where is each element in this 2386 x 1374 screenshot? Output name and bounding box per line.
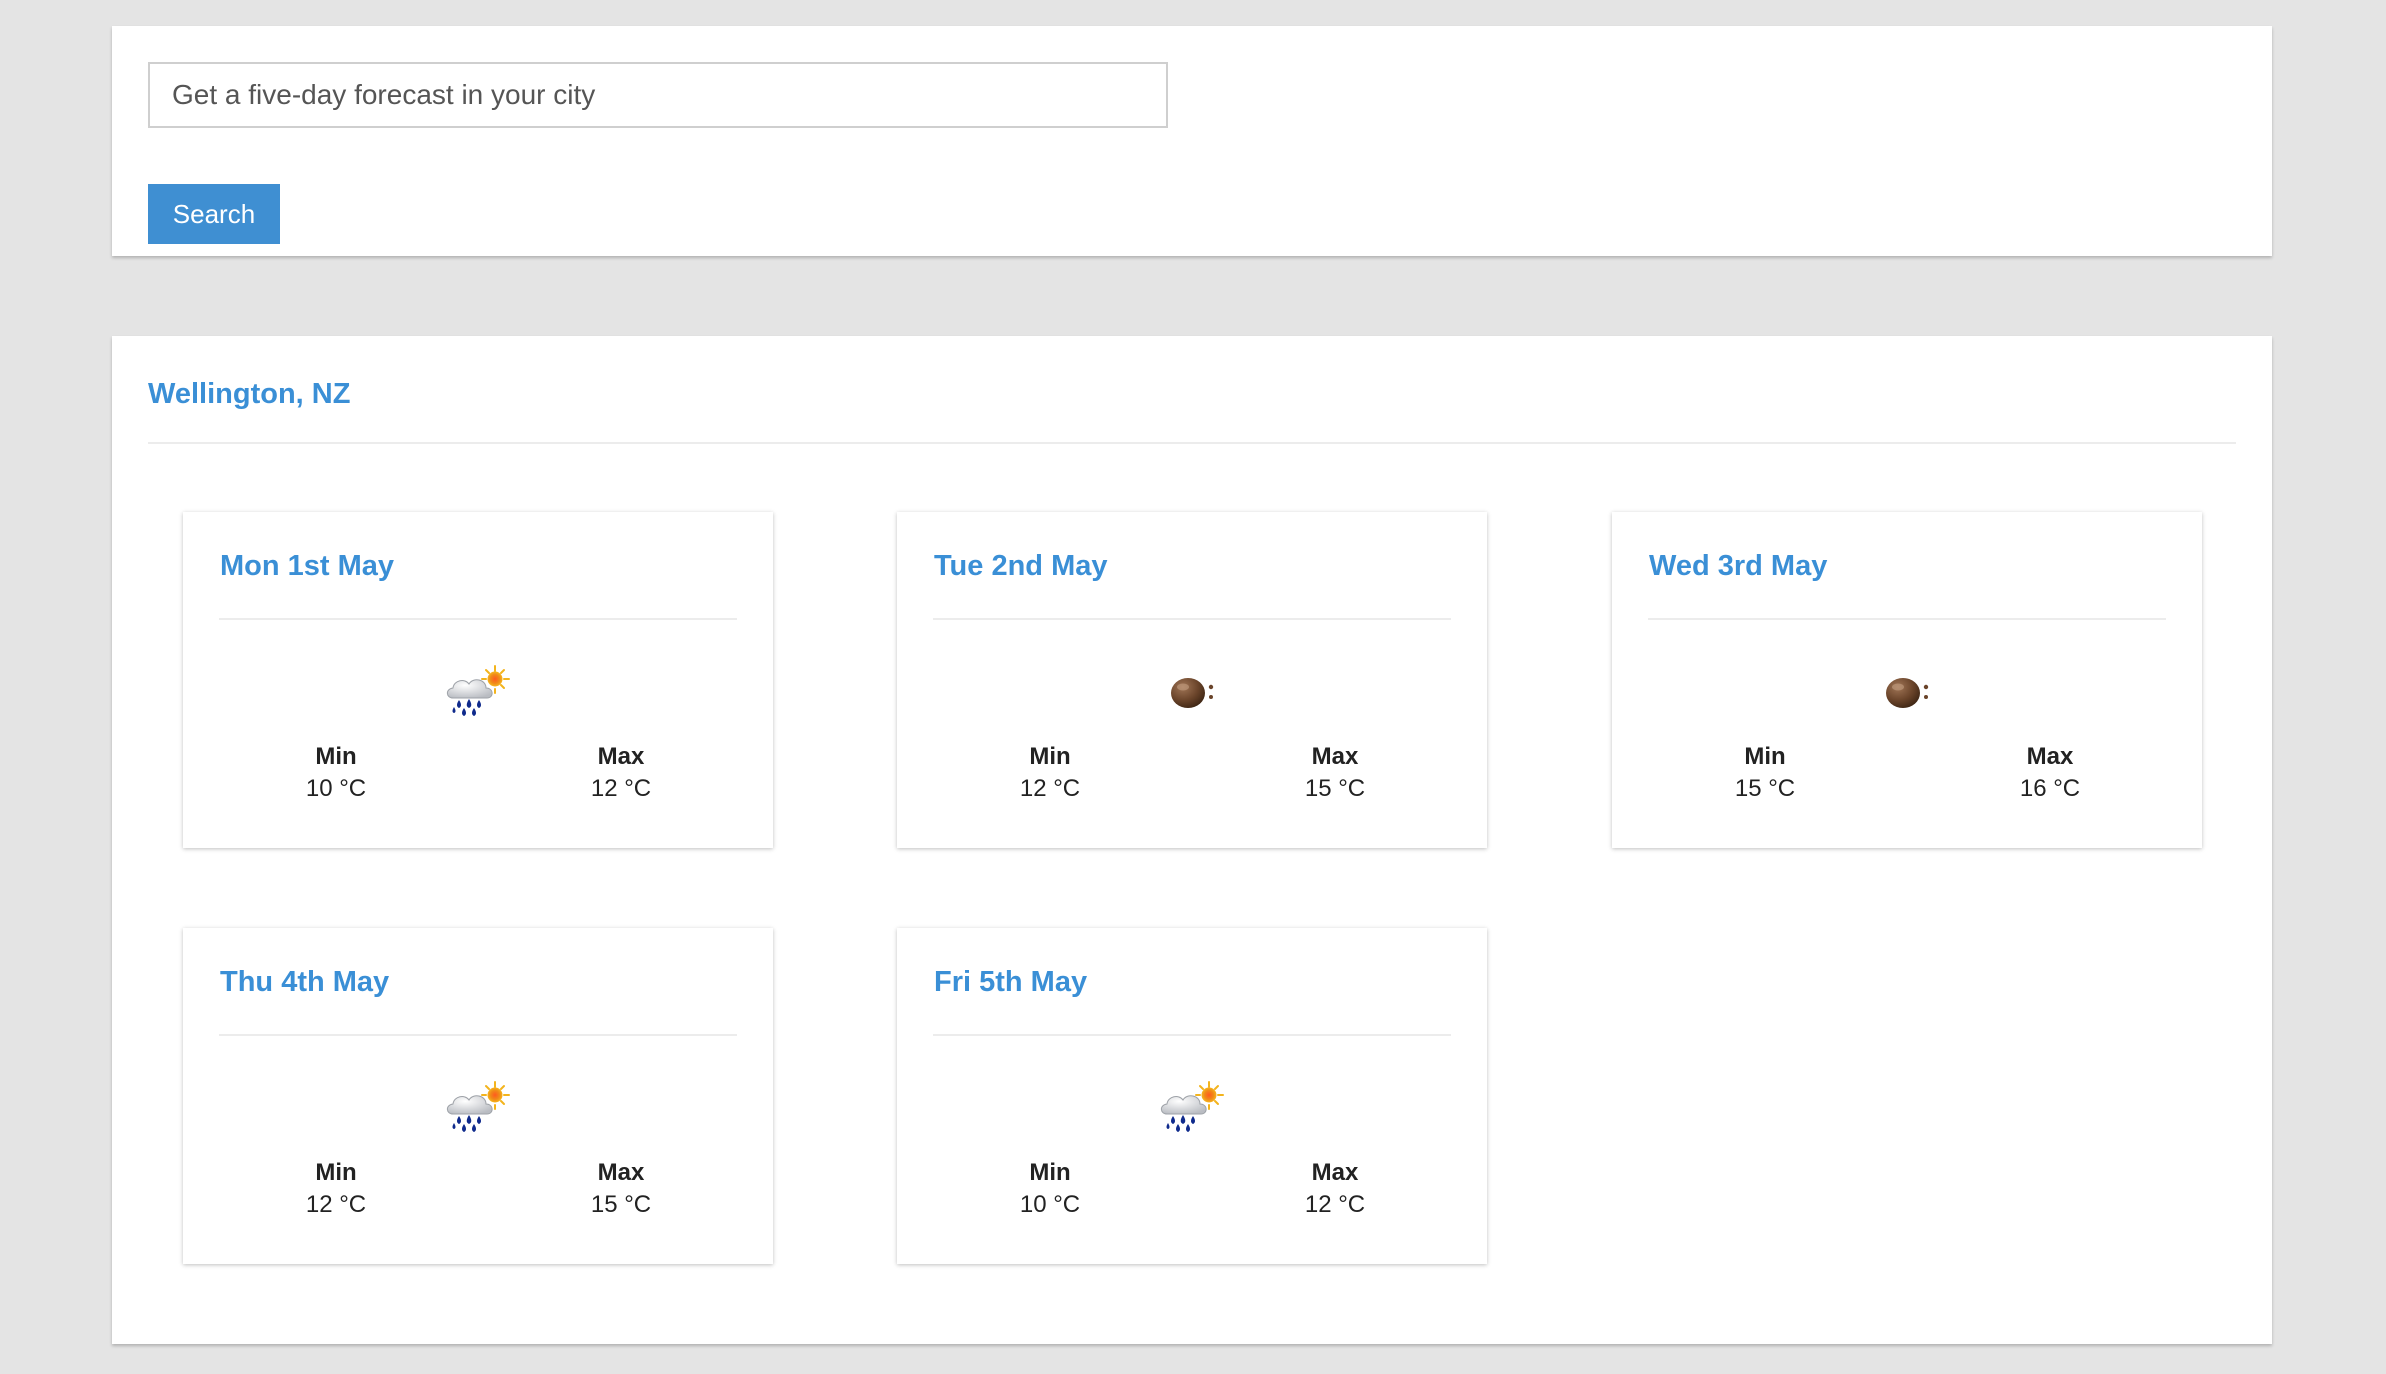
max-label: Max [597, 1159, 645, 1186]
max-value: 15 °C [1304, 775, 1366, 802]
forecast-card: Tue 2nd May Min 12 °C Max 15 °C [897, 512, 1487, 848]
city-search-input[interactable] [148, 62, 1168, 128]
max-label: Max [597, 743, 645, 770]
divider [933, 618, 1451, 620]
min-temp: Min 10 °C [266, 742, 406, 806]
forecast-card: Wed 3rd May Min 15 °C Max 16 °C [1612, 512, 2202, 848]
min-label: Min [1744, 743, 1786, 770]
max-value: 12 °C [590, 775, 652, 802]
divider [148, 442, 2236, 444]
max-temp: Max 12 °C [1265, 1158, 1405, 1222]
max-temp: Max 15 °C [551, 1158, 691, 1222]
forecast-date: Thu 4th May [220, 966, 390, 998]
min-value: 10 °C [1019, 1191, 1081, 1218]
min-label: Min [1029, 1159, 1071, 1186]
min-label: Min [1029, 743, 1071, 770]
forecast-card: Thu 4th May Min 12 °C Max 15 °C [183, 928, 773, 1264]
min-value: 15 °C [1734, 775, 1796, 802]
forecast-date: Mon 1st May [220, 550, 395, 582]
min-value: 10 °C [305, 775, 367, 802]
min-label: Min [315, 743, 357, 770]
city-title: Wellington, NZ [148, 378, 351, 410]
max-temp: Max 15 °C [1265, 742, 1405, 806]
max-value: 16 °C [2019, 775, 2081, 802]
rain-cloud-sun-icon [443, 662, 513, 722]
divider [1648, 618, 2166, 620]
max-temp: Max 16 °C [1980, 742, 2120, 806]
rain-cloud-sun-icon [443, 1078, 513, 1138]
min-temp: Min 15 °C [1695, 742, 1835, 806]
forecast-date: Fri 5th May [934, 966, 1088, 998]
max-label: Max [1311, 1159, 1359, 1186]
max-value: 12 °C [1304, 1191, 1366, 1218]
forecast-date: Tue 2nd May [934, 550, 1108, 582]
max-temp: Max 12 °C [551, 742, 691, 806]
divider [219, 618, 737, 620]
min-temp: Min 12 °C [266, 1158, 406, 1222]
forecast-date: Wed 3rd May [1649, 550, 1828, 582]
min-temp: Min 12 °C [980, 742, 1120, 806]
min-value: 12 °C [305, 1191, 367, 1218]
forecast-card: Fri 5th May Min 10 °C Max 12 °C [897, 928, 1487, 1264]
divider [219, 1034, 737, 1036]
min-temp: Min 10 °C [980, 1158, 1120, 1222]
search-panel: Search [112, 26, 2272, 256]
forecast-panel: Wellington, NZ Mon 1st May Min 10 °C Max… [112, 336, 2272, 1344]
brown-planet-icon [1872, 662, 1942, 722]
rain-cloud-sun-icon [1157, 1078, 1227, 1138]
brown-planet-icon [1157, 662, 1227, 722]
min-label: Min [315, 1159, 357, 1186]
max-label: Max [1311, 743, 1359, 770]
forecast-card: Mon 1st May Min 10 °C Max 12 °C [183, 512, 773, 848]
max-label: Max [2026, 743, 2074, 770]
min-value: 12 °C [1019, 775, 1081, 802]
max-value: 15 °C [590, 1191, 652, 1218]
divider [933, 1034, 1451, 1036]
search-button[interactable]: Search [148, 184, 280, 244]
